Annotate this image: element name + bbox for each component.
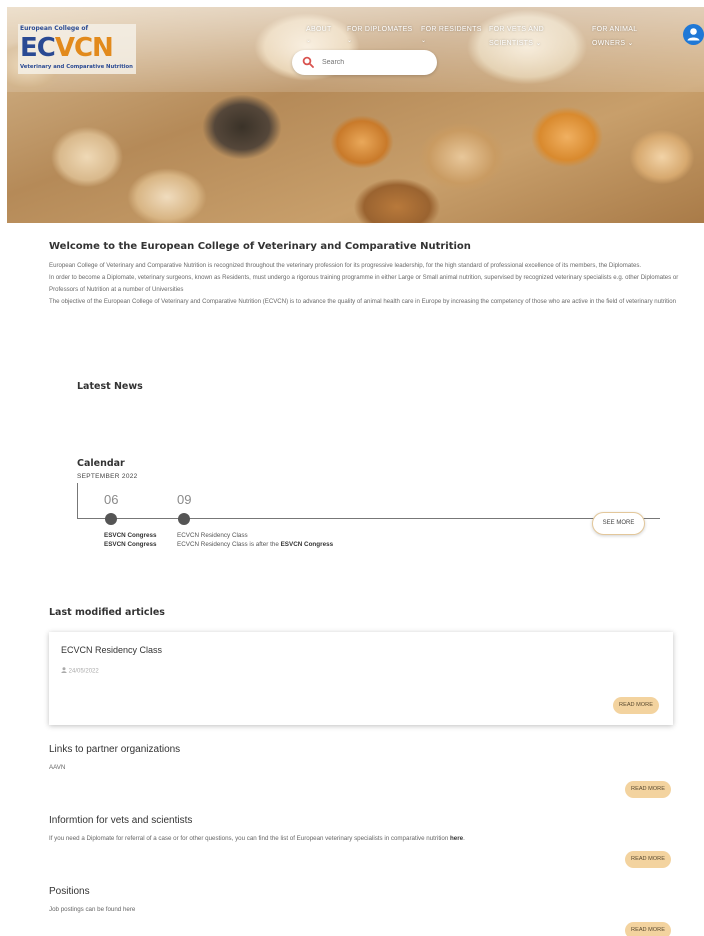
search-icon	[302, 56, 314, 68]
chevron-down-icon: ⌄	[347, 38, 353, 44]
partner-organizations-body[interactable]: AAVN	[49, 764, 65, 771]
nav-for-vets-and-scientists[interactable]: FOR VETS AND SCIENTISTS ⌄	[489, 23, 544, 51]
calendar-event-text[interactable]: ECVCN Residency Class ECVCN Residency Cl…	[177, 531, 333, 549]
read-more-button[interactable]: READ MORE	[625, 922, 671, 936]
nav-for-residents-label: FOR RESIDENTS	[421, 26, 482, 33]
article-date-text: 24/05/2022	[68, 668, 99, 675]
logo-top-text: European College of	[20, 25, 89, 32]
calendar-timeline	[77, 483, 660, 519]
logo-wordmark: ECVCN	[20, 33, 114, 63]
article-date: 24/05/2022	[61, 667, 99, 675]
welcome-paragraph-1: European College of Veterinary and Compa…	[49, 262, 642, 269]
welcome-title: Welcome to the European College of Veter…	[49, 241, 471, 252]
calendar-event-desc: ESVCN Congress	[104, 541, 157, 548]
last-modified-title: Last modified articles	[49, 607, 165, 618]
calendar-event-dot[interactable]	[178, 513, 190, 525]
calendar-event-name: ECVCN Residency Class	[177, 532, 248, 539]
positions-body[interactable]: Job postings can be found here	[49, 906, 135, 913]
article-title[interactable]: ECVCN Residency Class	[61, 645, 162, 655]
search-bar[interactable]	[292, 50, 437, 75]
nav-for-vets-label-2: SCIENTISTS ⌄	[489, 40, 542, 47]
calendar-day: 09	[177, 492, 192, 507]
calendar-event-name: ESVCN Congress	[104, 532, 157, 539]
calendar-title: Calendar	[77, 458, 125, 469]
chevron-down-icon: ⌄	[421, 38, 427, 44]
nav-for-diplomates[interactable]: FOR DIPLOMATES ⌄	[347, 23, 413, 45]
user-icon	[687, 28, 700, 41]
nav-for-diplomates-label: FOR DIPLOMATES	[347, 26, 413, 33]
search-input[interactable]	[322, 54, 427, 71]
user-account-button[interactable]	[683, 24, 704, 45]
vets-scientists-body: If you need a Diplomate for referral of …	[49, 835, 465, 842]
ecvcn-logo[interactable]: European College of ECVCN Veterinary and…	[18, 24, 136, 74]
read-more-button[interactable]: READ MORE	[613, 697, 659, 714]
partner-organizations-title: Links to partner organizations	[49, 744, 181, 755]
positions-title: Positions	[49, 886, 90, 897]
read-more-button[interactable]: READ MORE	[625, 781, 671, 798]
read-more-button[interactable]: READ MORE	[625, 851, 671, 868]
calendar-event-desc-bold: ESVCN Congress	[280, 541, 334, 548]
welcome-paragraph-3: The objective of the European College of…	[49, 298, 676, 305]
calendar-event-text[interactable]: ESVCN Congress ESVCN Congress	[104, 531, 157, 549]
nav-about-label: ABOUT	[306, 26, 332, 33]
here-link[interactable]: here	[450, 835, 463, 842]
calendar-month: SEPTEMBER 2022	[77, 473, 138, 480]
chevron-down-icon: ⌄	[306, 38, 312, 44]
logo-vcn: VCN	[54, 33, 114, 63]
article-card: ECVCN Residency Class 24/05/2022 READ MO…	[49, 632, 673, 725]
nav-for-animal-owners-label: FOR ANIMAL	[592, 26, 638, 33]
user-icon	[61, 667, 67, 673]
calendar-event-dot[interactable]	[105, 513, 117, 525]
nav-for-residents[interactable]: FOR RESIDENTS ⌄	[421, 23, 482, 45]
nav-for-animal-owners-label-2: OWNERS ⌄	[592, 40, 634, 47]
calendar-day: 06	[104, 492, 119, 507]
nav-for-animal-owners[interactable]: FOR ANIMAL OWNERS ⌄	[592, 23, 637, 51]
logo-bottom-text: Veterinary and Comparative Nutrition	[20, 64, 133, 70]
welcome-paragraph-2: In order to become a Diplomate, veterina…	[49, 274, 679, 293]
logo-ec: EC	[20, 33, 56, 63]
vets-scientists-tail: .	[463, 835, 465, 842]
nav-for-vets-label: FOR VETS AND	[489, 26, 544, 33]
see-more-button[interactable]: SEE MORE	[592, 512, 645, 535]
latest-news-title: Latest News	[77, 381, 143, 392]
vets-scientists-text: If you need a Diplomate for referral of …	[49, 835, 451, 842]
welcome-body: European College of Veterinary and Compa…	[49, 260, 679, 308]
nav-about[interactable]: ABOUT ⌄	[306, 23, 332, 45]
vets-scientists-title: Informtion for vets and scientists	[49, 815, 193, 826]
calendar-event-desc: ECVCN Residency Class is after the	[177, 541, 281, 548]
